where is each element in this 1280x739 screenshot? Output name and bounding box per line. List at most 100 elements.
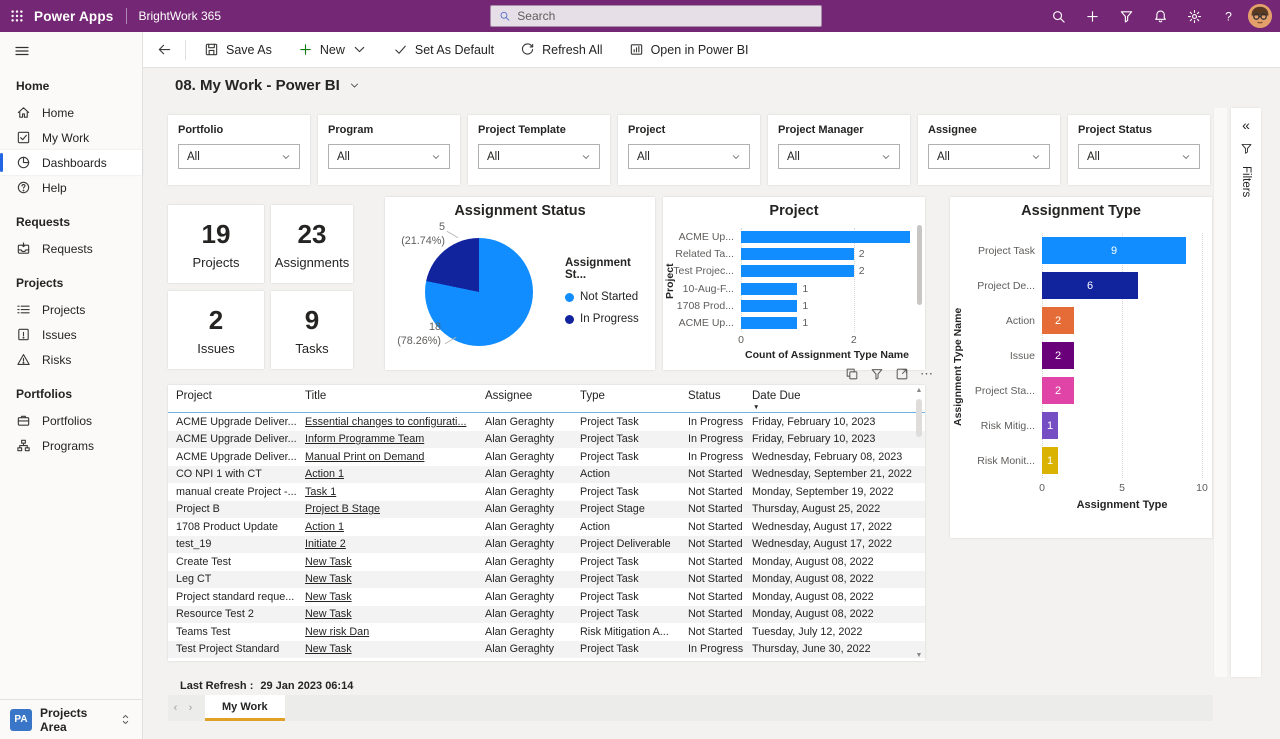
set-as-default-button[interactable]: Set As Default <box>383 36 504 63</box>
title-link[interactable]: Essential changes to configurati... <box>305 416 466 428</box>
table-cell: Monday, September 19, 2022 <box>744 483 913 501</box>
chart-scrollbar[interactable] <box>917 225 922 305</box>
title-link[interactable]: Project B Stage <box>305 503 380 515</box>
filter-icon[interactable] <box>1119 9 1134 24</box>
gear-icon[interactable] <box>1187 9 1202 24</box>
copy-icon[interactable] <box>845 367 859 381</box>
slicer-project-manager-dropdown[interactable]: All <box>778 144 900 169</box>
sidebar-item-issues[interactable]: Issues <box>0 322 142 347</box>
table-cell: Not Started <box>680 483 744 501</box>
cell-text: Wednesday, February 08, 2023 <box>752 450 903 463</box>
help-icon[interactable]: ? <box>1221 9 1236 24</box>
bar-project-de[interactable]: 6 <box>1042 272 1138 299</box>
title-link[interactable]: Action 1 <box>305 468 344 480</box>
environment-name[interactable]: BrightWork 365 <box>139 9 221 23</box>
open-in-power-bi-button[interactable]: Open in Power BI <box>619 36 759 63</box>
scroll-up-icon[interactable]: ▲ <box>913 387 925 394</box>
title-link[interactable]: New Task <box>305 643 352 655</box>
pie-chart[interactable] <box>425 238 533 346</box>
column-header-title[interactable]: Title <box>297 385 477 412</box>
sidebar-item-programs[interactable]: Programs <box>0 433 142 458</box>
filter-icon[interactable] <box>870 367 884 381</box>
scroll-thumb[interactable] <box>916 399 922 437</box>
new-button[interactable]: New <box>288 36 377 63</box>
title-link[interactable]: Inform Programme Team <box>305 433 424 445</box>
bar-action[interactable]: 2 <box>1042 307 1074 334</box>
title-link-cell: Action 1 <box>297 466 477 484</box>
title-link[interactable]: Task 1 <box>305 486 336 498</box>
search-input[interactable] <box>517 9 813 23</box>
sidebar-item-portfolios[interactable]: Portfolios <box>0 408 142 433</box>
back-button[interactable] <box>151 37 177 63</box>
cell-text: Project B <box>176 503 220 516</box>
slicer-project-template-dropdown[interactable]: All <box>478 144 600 169</box>
bar-issue[interactable]: 2 <box>1042 342 1074 369</box>
axis-tick: 5 <box>1119 482 1125 494</box>
tab-my-work[interactable]: My Work <box>205 695 285 721</box>
bar-1708-prod[interactable] <box>741 299 798 312</box>
data-label: 1 <box>802 299 809 312</box>
sidebar-item-help[interactable]: Help <box>0 175 142 200</box>
refresh-all-button[interactable]: Refresh All <box>510 36 612 63</box>
slicer-project-dropdown[interactable]: All <box>628 144 750 169</box>
swap-area-icon[interactable] <box>119 713 132 726</box>
slicer-portfolio-dropdown[interactable]: All <box>178 144 300 169</box>
sidebar-item-risks[interactable]: Risks <box>0 347 142 372</box>
add-icon[interactable] <box>1085 9 1100 24</box>
expand-filters-icon[interactable]: « <box>1242 118 1250 132</box>
bar-risk-mitig[interactable]: 1 <box>1042 412 1058 439</box>
title-link[interactable]: Manual Print on Demand <box>305 451 424 463</box>
title-link[interactable]: New Task <box>305 608 352 620</box>
cell-text: Risk Mitigation A... <box>580 625 669 638</box>
bar-risk-monit[interactable]: 1 <box>1042 447 1058 474</box>
page-title-row[interactable]: 08. My Work - Power BI <box>175 77 360 94</box>
bell-icon[interactable] <box>1153 9 1168 24</box>
bar-test-projec[interactable] <box>741 265 854 278</box>
more-options-icon[interactable]: ⋯ <box>920 367 933 380</box>
bar-acme-up[interactable] <box>741 317 798 330</box>
column-header-type[interactable]: Type <box>572 385 680 412</box>
bar-project-sta[interactable]: 2 <box>1042 377 1074 404</box>
title-link[interactable]: New Task <box>305 591 352 603</box>
hamburger-menu-icon[interactable] <box>14 43 30 59</box>
sidebar-item-label: Dashboards <box>42 155 107 170</box>
title-link[interactable]: New Task <box>305 573 352 585</box>
bar-10-aug-f[interactable] <box>741 282 798 295</box>
bar-related-ta[interactable] <box>741 247 854 260</box>
avatar[interactable] <box>1248 4 1272 28</box>
app-name[interactable]: Power Apps <box>34 9 114 24</box>
title-link[interactable]: Action 1 <box>305 521 344 533</box>
global-search[interactable] <box>490 5 822 27</box>
search-icon <box>499 10 510 22</box>
bar-project-task[interactable]: 9 <box>1042 237 1186 264</box>
tab-scroll-left-icon[interactable]: ‹ <box>168 702 183 714</box>
area-switcher[interactable]: PA Projects Area <box>0 699 142 739</box>
tab-scroll-right-icon[interactable]: › <box>183 702 198 714</box>
sidebar-item-home[interactable]: Home <box>0 100 142 125</box>
table-cell: Wednesday, February 08, 2023 <box>744 448 913 466</box>
focus-icon[interactable] <box>895 367 909 381</box>
title-link[interactable]: New risk Dan <box>305 626 369 638</box>
legend-label: In Progress <box>580 313 639 325</box>
slicer-assignee-dropdown[interactable]: All <box>928 144 1050 169</box>
column-header-project[interactable]: Project <box>168 385 297 412</box>
report-scrollbar-track[interactable] <box>1213 108 1227 677</box>
slicer-program-dropdown[interactable]: All <box>328 144 450 169</box>
title-link[interactable]: New Task <box>305 556 352 568</box>
sidebar-item-dashboards[interactable]: Dashboards <box>0 150 142 175</box>
search-icon[interactable] <box>1051 9 1066 24</box>
sidebar-item-my-work[interactable]: My Work <box>0 125 142 150</box>
table-scrollbar[interactable]: ▲ ▼ <box>913 385 925 661</box>
waffle-menu-icon[interactable] <box>0 0 34 32</box>
title-link[interactable]: Initiate 2 <box>305 538 346 550</box>
chevron-down-icon <box>352 42 367 57</box>
column-header-status[interactable]: Status <box>680 385 744 412</box>
slicer-project-status-dropdown[interactable]: All <box>1078 144 1200 169</box>
bar-acme-up[interactable] <box>741 230 911 243</box>
save-as-button[interactable]: Save As <box>194 36 282 63</box>
sidebar-item-requests[interactable]: Requests <box>0 236 142 261</box>
scroll-down-icon[interactable]: ▼ <box>913 652 925 659</box>
column-header-assignee[interactable]: Assignee <box>477 385 572 412</box>
sidebar-item-projects[interactable]: Projects <box>0 297 142 322</box>
column-header-date-due[interactable]: Date Due ▼ <box>744 385 913 412</box>
